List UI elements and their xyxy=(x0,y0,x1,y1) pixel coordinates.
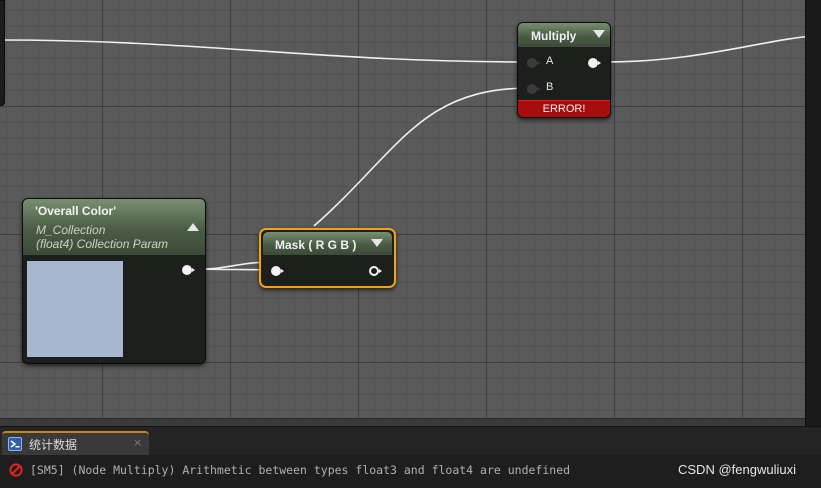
collection-param-type: (float4) Collection Param xyxy=(36,237,169,251)
material-graph-canvas[interactable]: Multiply A B ERROR! 'Overall Color' M_Co… xyxy=(0,0,821,426)
wire-multiply-out-to-right[interactable] xyxy=(603,34,821,63)
multiply-input-b-label: B xyxy=(546,81,554,93)
mask-rgb-node-title: Mask ( R G B ) xyxy=(275,238,357,252)
multiply-node-title: Multiply xyxy=(531,29,577,43)
stats-panel: 统计数据 × [SM5] (Node Multiply) Arithmetic … xyxy=(0,426,821,488)
error-message: [SM5] (Node Multiply) Arithmetic between… xyxy=(30,463,571,477)
collection-param-node-title: 'Overall Color' xyxy=(35,204,117,218)
stats-tab[interactable]: 统计数据 × xyxy=(2,431,149,455)
multiply-input-b-pin[interactable] xyxy=(527,84,540,94)
collection-param-node-header[interactable]: 'Overall Color' M_Collection (float4) Co… xyxy=(23,199,205,255)
wire-left-to-multiply-a[interactable] xyxy=(0,39,531,63)
collapse-arrow-icon[interactable] xyxy=(371,239,383,247)
collection-name: M_Collection xyxy=(36,223,106,237)
stats-log: [SM5] (Node Multiply) Arithmetic between… xyxy=(0,455,821,488)
multiply-input-a-pin[interactable] xyxy=(527,58,540,68)
multiply-output-pin[interactable] xyxy=(588,58,601,68)
stats-tab-label: 统计数据 xyxy=(29,438,78,452)
collapse-arrow-icon[interactable] xyxy=(187,223,199,231)
horizontal-splitter[interactable] xyxy=(0,418,821,426)
color-preview-swatch xyxy=(27,261,123,357)
collection-param-node[interactable]: 'Overall Color' M_Collection (float4) Co… xyxy=(22,198,206,364)
mask-input-pin[interactable] xyxy=(271,266,284,276)
watermark: CSDN @fengwuliuxi xyxy=(678,462,796,477)
mask-rgb-node-header[interactable]: Mask ( R G B ) xyxy=(263,232,392,255)
multiply-node[interactable]: Multiply A B ERROR! xyxy=(517,22,611,118)
error-icon xyxy=(9,463,23,477)
mask-output-pin[interactable] xyxy=(369,266,382,276)
vertical-splitter[interactable] xyxy=(805,0,821,426)
stats-tab-icon xyxy=(8,437,22,451)
multiply-node-header[interactable]: Multiply xyxy=(518,23,610,47)
multiply-error-bar: ERROR! xyxy=(518,100,610,117)
close-icon[interactable]: × xyxy=(133,436,142,449)
wire-mask-out-to-multiply-b[interactable] xyxy=(313,87,531,227)
mask-rgb-node[interactable]: Mask ( R G B ) xyxy=(259,228,396,288)
collapse-arrow-icon[interactable] xyxy=(593,30,605,38)
collection-param-output-pin[interactable] xyxy=(182,265,195,275)
offscreen-node-edge[interactable] xyxy=(0,0,5,106)
multiply-input-a-label: A xyxy=(546,55,554,67)
